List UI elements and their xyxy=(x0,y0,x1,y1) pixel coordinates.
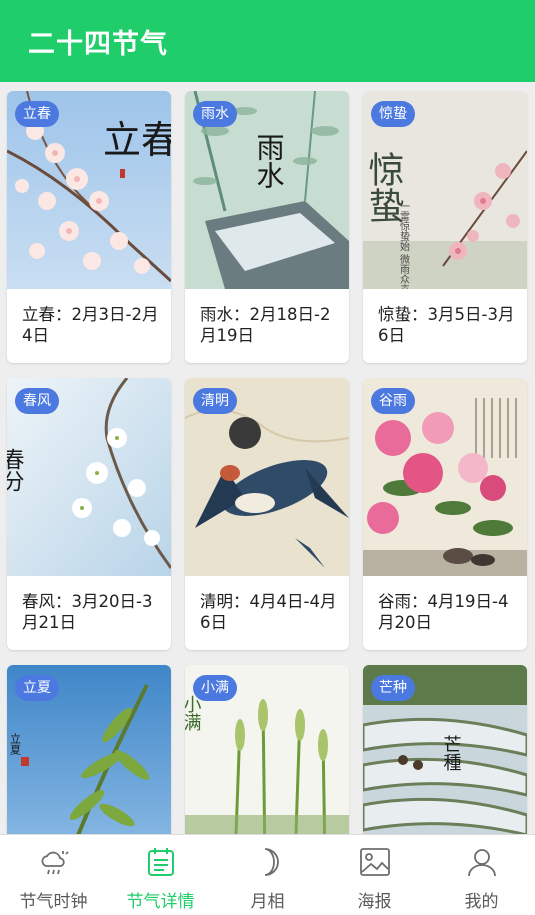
nav-item-profile[interactable]: 我的 xyxy=(428,835,535,915)
nav-item-details[interactable]: 节气详情 xyxy=(107,835,214,915)
solar-term-card-lichun[interactable]: 立春 立春 立春：2月3日-2月4日 xyxy=(7,91,171,363)
solar-term-card-guyu[interactable]: 谷雨 谷雨：4月19日-4月20日 xyxy=(363,378,527,650)
tag-badge: 春风 xyxy=(15,388,59,414)
solar-term-card-lixia[interactable]: 立夏 立夏 xyxy=(7,665,171,834)
card-caption: 惊蛰：3月5日-3月6日 xyxy=(378,305,515,345)
card-caption: 清明：4月4日-4月6日 xyxy=(200,592,337,632)
art-text-lichun: 立春 xyxy=(103,118,171,162)
app-bar: 二十四节气 xyxy=(0,0,535,82)
tag-badge: 谷雨 xyxy=(371,388,415,414)
card-caption: 立春：2月3日-2月4日 xyxy=(22,305,159,345)
solar-term-card-qingming[interactable]: 清明 清明：4月4日-4月6日 xyxy=(185,378,349,650)
art-text-mangzhong: 芒種 xyxy=(441,735,462,771)
nav-label: 节气详情 xyxy=(126,892,195,912)
nav-label: 海报 xyxy=(357,892,392,912)
weather-cloud-icon xyxy=(37,845,71,879)
tag-badge: 惊蛰 xyxy=(371,101,415,127)
nav-item-moon[interactable]: 月相 xyxy=(214,835,321,915)
solar-term-card-mangzhong[interactable]: 芒種 芒种 xyxy=(363,665,527,834)
bottom-nav: 节气时钟 节气详情 月相 海报 我的 xyxy=(0,834,535,915)
nav-item-clock[interactable]: 节气时钟 xyxy=(0,835,107,915)
solar-term-card-xiaoman[interactable]: 小满 小满 xyxy=(185,665,349,834)
app-title: 二十四节气 xyxy=(28,28,168,60)
tag-badge: 芒种 xyxy=(371,675,415,701)
image-picture-icon xyxy=(358,845,392,879)
card-caption: 雨水：2月18日-2月19日 xyxy=(200,305,331,345)
card-caption: 谷雨：4月19日-4月20日 xyxy=(378,592,509,632)
card-caption: 春风：3月20日-3月21日 xyxy=(22,592,153,632)
art-text-xiaoman: 小满 xyxy=(185,695,202,731)
tag-badge: 立夏 xyxy=(15,675,59,701)
art-text-yushui: 雨水 xyxy=(253,133,286,189)
solar-term-card-chunfen[interactable]: 春分 春风 春风：3月20日-3月21日 xyxy=(7,378,171,650)
solar-term-card-jingzhe[interactable]: 惊蛰 一雷惊蛰始 微雨众卉新 惊蛰 惊蛰：3月5日-3月6日 xyxy=(363,91,527,363)
art-text-chunfen: 春分 xyxy=(7,448,25,492)
art-subtext-jingzhe: 一雷惊蛰始 微雨众卉新 xyxy=(398,201,410,289)
nav-label: 节气时钟 xyxy=(19,892,88,912)
crescent-moon-icon xyxy=(251,845,285,879)
nav-label: 月相 xyxy=(250,892,285,912)
tag-badge: 立春 xyxy=(15,101,59,127)
art-text-lixia: 立夏 xyxy=(9,732,22,755)
user-profile-icon xyxy=(465,845,499,879)
solar-terms-grid[interactable]: 立春 立春 立春：2月3日-2月4日 雨水 雨水 雨水：2月18日-2月19日 … xyxy=(0,82,535,834)
tag-badge: 小满 xyxy=(193,675,237,701)
solar-term-card-yushui[interactable]: 雨水 雨水 雨水：2月18日-2月19日 xyxy=(185,91,349,363)
calendar-list-icon xyxy=(144,845,178,879)
tag-badge: 雨水 xyxy=(193,101,237,127)
tag-badge: 清明 xyxy=(193,388,237,414)
nav-label: 我的 xyxy=(464,892,499,912)
nav-item-poster[interactable]: 海报 xyxy=(321,835,428,915)
